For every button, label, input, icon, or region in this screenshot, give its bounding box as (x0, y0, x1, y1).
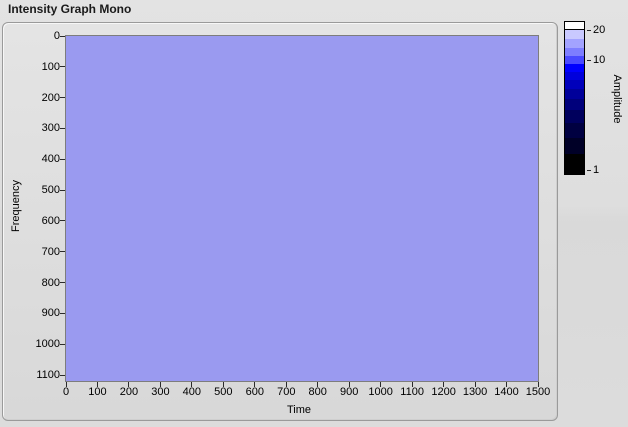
labview-front-panel: Intensity Graph Mono Frequency 0 100 200 30… (0, 0, 628, 427)
y-tick-label: 700 (41, 245, 60, 258)
color-scale-tick-label: 1 (593, 164, 600, 176)
x-tick-label: 1000 (368, 386, 393, 398)
color-scale-segment (565, 123, 584, 138)
x-tick-label: 700 (277, 386, 296, 398)
color-scale-segment (565, 48, 584, 56)
color-scale-tick-mark (587, 59, 591, 61)
x-tick-label: 1100 (400, 386, 424, 398)
y-tick-label: 400 (41, 153, 60, 166)
x-tick-label: 1400 (494, 386, 519, 398)
x-tick-label: 100 (88, 386, 107, 398)
plot-area[interactable] (65, 35, 539, 382)
x-tick-label: 800 (308, 386, 327, 398)
y-tick-label: 500 (41, 184, 60, 197)
color-scale-segment (565, 64, 584, 72)
x-tick-label: 500 (214, 386, 233, 398)
x-tick-label: 400 (182, 386, 202, 398)
color-scale-segment (565, 72, 584, 80)
x-tick-label: 0 (62, 386, 70, 398)
color-scale-segment (565, 22, 584, 29)
intensity-heatmap[interactable] (66, 36, 538, 381)
colorbar-label: Amplitude (611, 74, 623, 124)
color-scale-tick-label: 10 (593, 54, 606, 66)
x-tick-label: 900 (340, 386, 359, 398)
color-scale-segment (565, 154, 584, 174)
color-scale-tick-mark (587, 169, 591, 171)
x-axis-label: Time (286, 404, 312, 416)
x-tick-label: 600 (245, 386, 264, 398)
color-scale-tick-mark (587, 29, 591, 31)
color-scale-segment (565, 39, 584, 48)
y-tick-label: 900 (41, 307, 60, 320)
y-tick-label: 200 (41, 91, 60, 104)
y-tick-label: 600 (41, 214, 60, 227)
y-tick-label: 0 (53, 30, 60, 42)
y-tick-label: 800 (41, 276, 60, 289)
color-scale-segment (565, 110, 584, 123)
x-tick-label: 1300 (462, 386, 488, 398)
y-tick-label: 100 (41, 60, 60, 73)
y-tick-label: 1000 (35, 338, 60, 351)
color-scale-segment (565, 138, 584, 154)
color-scale-segment (565, 80, 584, 89)
graph-title: Intensity Graph Mono (8, 2, 132, 16)
color-scale[interactable] (564, 21, 585, 175)
x-tick-label: 200 (119, 386, 139, 398)
color-scale-segment (565, 56, 584, 64)
color-scale-segment (565, 89, 584, 99)
y-tick-label: 300 (41, 122, 60, 135)
x-tick-label: 1500 (525, 386, 551, 398)
color-scale-segment (565, 30, 584, 39)
color-scale-segment (565, 99, 584, 110)
y-axis-label: Frequency (10, 180, 22, 232)
color-scale-tick-label: 20 (593, 24, 606, 36)
x-tick-label: 300 (151, 386, 170, 398)
y-tick-label: 1100 (36, 369, 60, 381)
x-tick-label: 1200 (431, 386, 456, 398)
